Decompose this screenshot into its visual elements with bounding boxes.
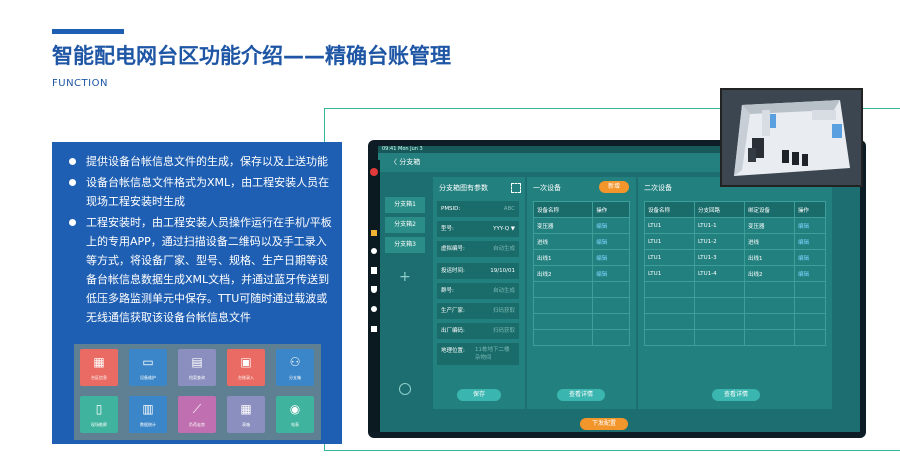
secondary-panel: 二次设备 设备名称 分支回路 绑定设备 操作 LTU1 LTU1-1 变压器 编辑 LTU1… xyxy=(638,177,832,409)
logo-icon xyxy=(370,168,378,176)
meter-icon: ◉ xyxy=(289,402,301,416)
table-row: 出线2 编辑 xyxy=(532,265,630,282)
gear-icon[interactable] xyxy=(371,306,377,312)
table-row: 变压器 编辑 xyxy=(532,217,630,234)
table-row: 出线1 编辑 xyxy=(532,249,630,266)
secondary-table: 设备名称 分支回路 绑定设备 操作 LTU1 LTU1-1 变压器 编辑 LTU1 LTU1-… xyxy=(644,201,827,346)
field-pmsid[interactable]: PMSID: ABC xyxy=(437,201,519,217)
barchart-icon: ▥ xyxy=(142,402,154,416)
primary-title: 一次设备 xyxy=(533,184,561,192)
clipboard-icon: ▣ xyxy=(240,355,252,369)
frame-line-top xyxy=(324,108,720,109)
app-icon-panel: ▦ 台区信息 ▭ 设备维护 ▤ 档案查询 ▣ 台账录入 ⚇ 分支箱 ▯ 现场勘察 ▥ 数据统计… xyxy=(74,344,321,440)
settings-icon[interactable] xyxy=(399,383,411,395)
edit-link[interactable]: 编辑 xyxy=(592,217,630,234)
frame-line-bottom xyxy=(324,450,900,451)
phone-icon: ▯ xyxy=(95,402,103,416)
primary-panel: 一次设备 新增 设备名称 操作 变压器 编辑 进线 编辑 出线1 编辑 出线2 编辑 查看… xyxy=(527,177,636,409)
table-row: LTU1 LTU1-1 变压器 编辑 xyxy=(644,217,827,234)
title-accent-bar xyxy=(52,29,124,34)
scan-icon[interactable] xyxy=(511,183,521,193)
tile-3[interactable]: ▣ 台账录入 xyxy=(227,349,265,386)
secondary-detail-button[interactable]: 查看详情 xyxy=(712,389,760,401)
page-title: 智能配电网台区功能介绍——精确台账管理 xyxy=(52,44,451,68)
bullet-item: 工程安装时，由工程安装人员操作运行在手机/平板上的专用APP，通过扫描设备二维码… xyxy=(66,213,334,327)
tile-1[interactable]: ▭ 设备维护 xyxy=(129,349,167,386)
edit-link[interactable]: 编辑 xyxy=(592,249,630,266)
tile-4[interactable]: ⚇ 分支箱 xyxy=(276,349,314,386)
field-commission-date[interactable]: 投运时间: 19/10/01 xyxy=(437,263,519,279)
branch-nav: 分支箱1 分支箱2 分支箱3 + xyxy=(381,177,429,429)
app-toolbar xyxy=(368,160,380,432)
calendar-icon: ▦ xyxy=(93,355,105,369)
params-title: 分支箱图有参数 xyxy=(439,184,488,192)
tile-7[interactable]: ⟋ 负荷走势 xyxy=(178,396,216,433)
lock-icon[interactable] xyxy=(371,326,377,332)
edit-link[interactable]: 编辑 xyxy=(793,249,827,266)
grid-icon[interactable] xyxy=(371,230,377,236)
add-primary-button[interactable]: 新增 xyxy=(599,181,629,193)
monitor-icon: ▭ xyxy=(142,355,154,369)
page-subtitle: FUNCTION xyxy=(52,78,108,89)
tile-6[interactable]: ▥ 数据统计 xyxy=(129,396,167,433)
nav-branch-2[interactable]: 分支箱2 xyxy=(385,217,425,233)
table-row: LTU1 LTU1-3 出线1 编辑 xyxy=(644,249,827,266)
nav-branch-1[interactable]: 分支箱1 xyxy=(385,197,425,213)
field-group[interactable]: 群号: 自动生成 xyxy=(437,283,519,299)
room-3d-inset xyxy=(720,88,863,187)
bullet-list: 提供设备台帐信息文件的生成，保存以及上送功能 设备台帐信息文件格式为XML，由工… xyxy=(66,152,334,329)
primary-table: 设备名称 操作 变压器 编辑 进线 编辑 出线1 编辑 出线2 编辑 xyxy=(532,201,630,346)
deploy-config-button[interactable]: 下发配置 xyxy=(580,418,628,430)
field-manufacturer[interactable]: 生产厂家: 扫码获取 xyxy=(437,303,519,319)
tile-8[interactable]: ▦ 表箱 xyxy=(227,396,265,433)
edit-link[interactable]: 编辑 xyxy=(793,217,827,234)
bullet-item: 提供设备台帐信息文件的生成，保存以及上送功能 xyxy=(66,152,334,171)
tile-2[interactable]: ▤ 档案查询 xyxy=(178,349,216,386)
field-virtual-id[interactable]: 虚拟编号: 自动生成 xyxy=(437,241,519,257)
tile-5[interactable]: ▯ 现场勘察 xyxy=(80,396,118,433)
edit-link[interactable]: 编辑 xyxy=(592,233,630,250)
table-row: LTU1 LTU1-2 进线 编辑 xyxy=(644,233,827,250)
nav-branch-3[interactable]: 分支箱3 xyxy=(385,237,425,253)
field-model[interactable]: 型号: YYY-Q ▼ xyxy=(437,221,519,237)
primary-detail-button[interactable]: 查看详情 xyxy=(557,389,605,401)
frame-line-top-right xyxy=(862,108,900,109)
table-row: 进线 编辑 xyxy=(532,233,630,250)
bullet-item: 设备台帐信息文件格式为XML，由工程安装人员在现场工程安装时生成 xyxy=(66,173,334,211)
params-panel: 分支箱图有参数 PMSID: ABC 型号: YYY-Q ▼ 虚拟编号: 自动生成 投… xyxy=(433,177,525,409)
document-icon: ▤ xyxy=(191,355,203,369)
linechart-icon: ⟋ xyxy=(192,402,202,416)
edit-link[interactable]: 编辑 xyxy=(592,265,630,282)
room-3d-image xyxy=(722,90,861,185)
network-icon: ⚇ xyxy=(289,355,301,369)
back-button[interactable]: 〈 分支箱 xyxy=(378,158,420,166)
edit-link[interactable]: 编辑 xyxy=(793,233,827,250)
doc-icon[interactable] xyxy=(371,267,377,274)
field-serial[interactable]: 出厂编码: 扫码获取 xyxy=(437,323,519,339)
box-icon: ▦ xyxy=(240,402,252,416)
add-branch-button[interactable]: + xyxy=(399,269,411,285)
save-button[interactable]: 保存 xyxy=(457,389,501,401)
shield-icon[interactable] xyxy=(371,286,377,293)
tile-9[interactable]: ◉ 电表 xyxy=(276,396,314,433)
field-location[interactable]: 地理位置: 11栋地下二楼 杂物间 xyxy=(437,343,519,365)
tile-0[interactable]: ▦ 台区信息 xyxy=(80,349,118,386)
edit-link[interactable]: 编辑 xyxy=(793,265,827,282)
info-icon[interactable] xyxy=(371,248,377,254)
table-row: LTU1 LTU1-4 出线2 编辑 xyxy=(644,265,827,282)
secondary-title: 二次设备 xyxy=(644,184,672,192)
